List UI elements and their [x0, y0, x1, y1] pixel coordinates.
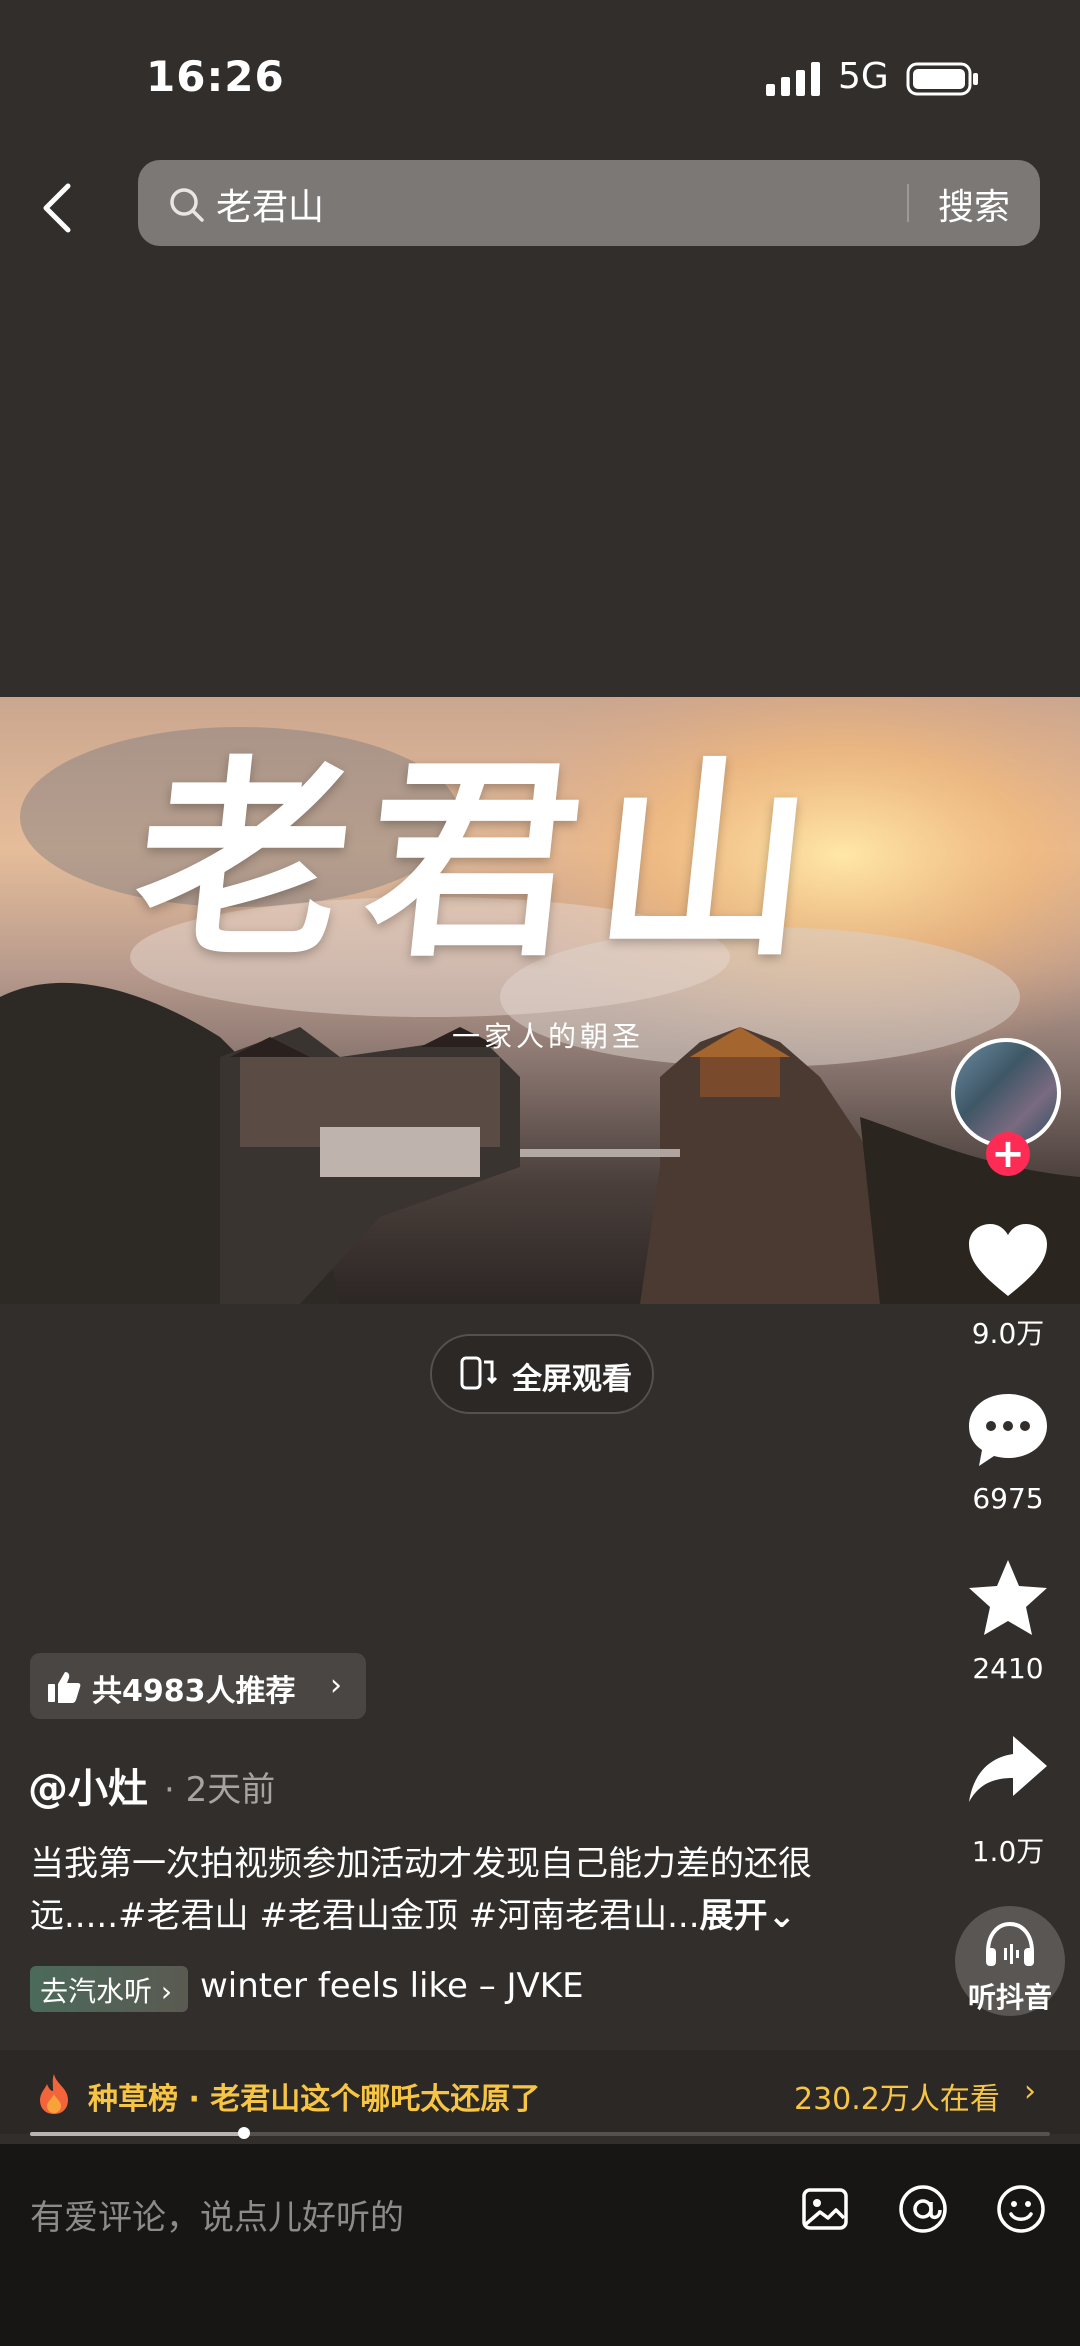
author-name[interactable]: @小灶 [28, 1756, 148, 1814]
video-progress-fill [30, 2132, 245, 2136]
status-time: 16:26 [146, 52, 285, 101]
search-icon [170, 188, 204, 222]
headphones-icon [986, 1921, 1034, 1966]
share-arrow-icon[interactable] [963, 1726, 1053, 1816]
comment-bar [0, 2144, 1080, 2346]
like-heart-icon[interactable] [963, 1216, 1053, 1306]
music-title[interactable]: winter feels like – JVKE [200, 1966, 584, 2006]
rotate-screen-icon [460, 1356, 498, 1390]
chevron-right-icon: › [330, 1668, 342, 1703]
post-description: 当我第一次拍视频参加活动才发现自己能力差的还很远.....#老君山 #老君山金顶… [30, 1838, 890, 1942]
post-time: · 2天前 [164, 1770, 276, 1810]
chevron-down-icon: ⌄ [767, 1896, 797, 1936]
emoji-icon[interactable] [994, 2182, 1048, 2236]
trending-viewers: 230.2万人在看 [794, 2082, 1000, 2117]
fullscreen-label: 全屏观看 [512, 1362, 632, 1397]
recommend-text: 共4983人推荐 [92, 1674, 296, 1709]
description-text: 当我第一次拍视频参加活动才发现自己能力差的还很远.....#老君山 #老君山金顶… [30, 1844, 812, 1936]
search-input[interactable]: 老君山 [216, 178, 324, 230]
comment-bubble-icon[interactable] [963, 1386, 1053, 1476]
video-progress-handle[interactable] [238, 2127, 251, 2139]
thumbs-up-icon [48, 1672, 81, 1703]
favorite-count: 2410 [972, 1652, 1044, 1685]
like-count: 9.0万 [971, 1317, 1045, 1350]
back-arrow-icon[interactable] [36, 180, 82, 236]
share-count: 1.0万 [971, 1835, 1045, 1868]
fire-icon [40, 2074, 68, 2114]
battery-icon [906, 62, 978, 96]
comment-count: 6975 [972, 1482, 1044, 1515]
video-player[interactable]: 老君山 一家人的朝圣 [0, 697, 1080, 1304]
music-tag-label: 去汽水听 › [40, 1975, 173, 2008]
search-divider [907, 184, 909, 222]
search-button[interactable]: 搜索 [938, 178, 1010, 230]
listen-douyin-label: 听抖音 [967, 1981, 1052, 2014]
video-title-art: 老君山 [124, 736, 842, 985]
signal-icon [766, 62, 820, 96]
video-subtitle-art: 一家人的朝圣 [452, 1020, 645, 1053]
image-icon[interactable] [798, 2182, 852, 2236]
at-icon[interactable] [896, 2182, 950, 2236]
trending-text: 种草榜 · 老君山这个哪吒太还原了 [88, 2082, 541, 2117]
expand-button[interactable]: 展开 [700, 1896, 768, 1936]
follow-button[interactable]: + [986, 1132, 1030, 1176]
network-type: 5G [838, 56, 889, 97]
favorite-star-icon[interactable] [963, 1554, 1053, 1644]
comment-input[interactable]: 有爱评论，说点儿好听的 [30, 2190, 404, 2239]
chevron-right-icon: › [1024, 2074, 1036, 2109]
